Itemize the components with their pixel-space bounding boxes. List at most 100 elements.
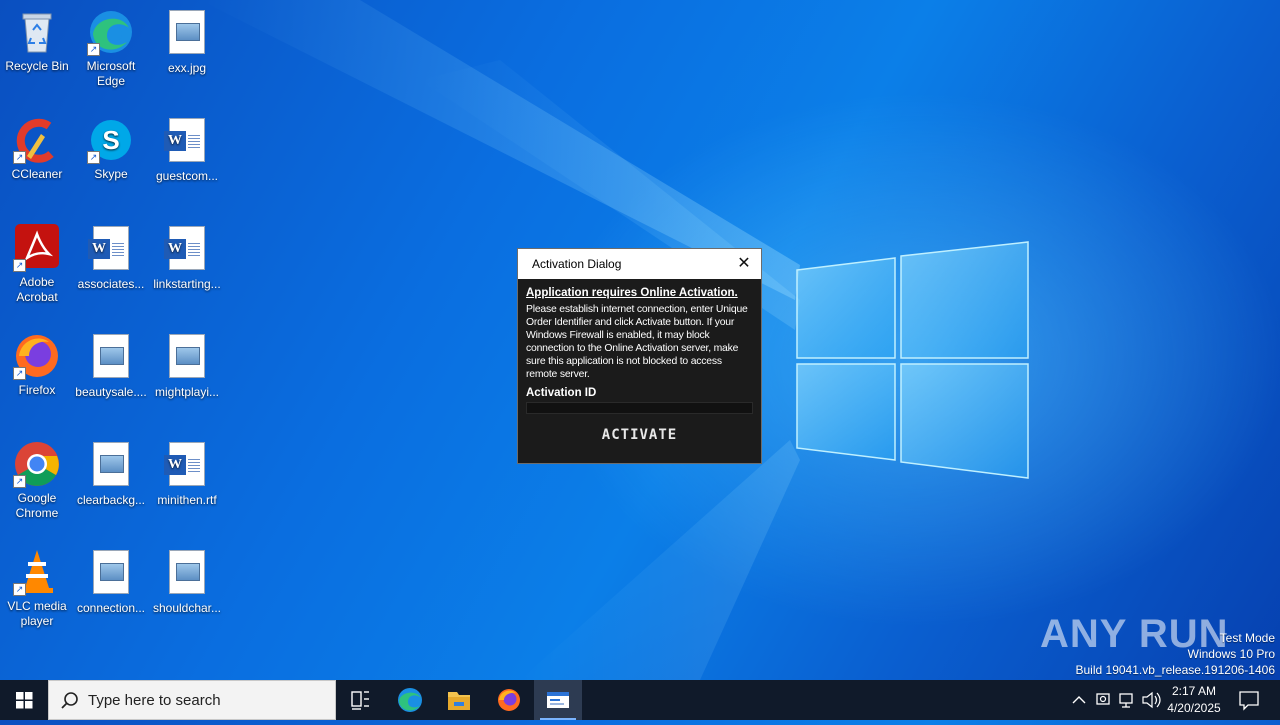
- desktop-icon-vlc[interactable]: ↗ VLC media player: [0, 548, 74, 629]
- image-file-icon: [163, 10, 211, 58]
- desktop-icon-image-file[interactable]: shouldchar...: [150, 548, 224, 616]
- desktop-icon-label: minithen.rtf: [157, 493, 217, 507]
- watermark-line: Test Mode: [1219, 631, 1275, 645]
- svg-text:S: S: [102, 125, 119, 155]
- activation-id-label: Activation ID: [526, 387, 597, 399]
- dialog-content: Application requires Online Activation. …: [518, 279, 761, 444]
- task-view-button[interactable]: [336, 680, 384, 720]
- acrobat-icon: ↗: [13, 224, 61, 272]
- shortcut-arrow-icon: ↗: [13, 475, 26, 488]
- desktop-icon-label: Recycle Bin: [5, 59, 69, 73]
- volume-icon: [1142, 691, 1161, 709]
- desktop-icon-word-doc[interactable]: W minithen.rtf: [150, 440, 224, 508]
- watermark-line: Windows 10 Pro: [1187, 647, 1275, 661]
- desktop-icon-label: Adobe Acrobat: [16, 275, 58, 304]
- desktop-icon-image-file[interactable]: connection...: [74, 548, 148, 616]
- taskbar-edge-button[interactable]: [386, 680, 434, 720]
- desktop-icon-image-file[interactable]: beautysale....: [74, 332, 148, 400]
- image-file-icon: [87, 334, 135, 382]
- recycle-bin-icon: [13, 8, 61, 56]
- firefox-icon: ↗: [13, 332, 61, 380]
- search-icon: [61, 692, 78, 709]
- skype-icon: S ↗: [87, 116, 135, 164]
- desktop-icon-label: mightplayi...: [154, 385, 220, 399]
- close-icon[interactable]: ✕: [733, 253, 755, 275]
- show-hidden-icons-button[interactable]: [1068, 680, 1090, 720]
- desktop-icon-label: shouldchar...: [152, 601, 222, 615]
- desktop-icon-ccleaner[interactable]: ↗ CCleaner: [0, 116, 74, 182]
- task-view-icon: [351, 691, 369, 710]
- camera-tray-icon: [1096, 693, 1110, 705]
- desktop-icon-label: linkstarting...: [153, 277, 221, 291]
- image-file-icon: [163, 334, 211, 382]
- edge-icon: ↗: [87, 8, 135, 56]
- desktop-icon-adobe-acrobat[interactable]: ↗ Adobe Acrobat: [0, 224, 74, 305]
- tray-security-button[interactable]: [1092, 680, 1114, 720]
- desktop-icon-label: CCleaner: [11, 167, 63, 181]
- dialog-heading: Application requires Online Activation.: [526, 287, 738, 299]
- desktop-icon-label: Google Chrome: [15, 491, 59, 520]
- windows-logo-icon: [16, 692, 33, 709]
- image-file-icon: [163, 550, 211, 598]
- shortcut-arrow-icon: ↗: [13, 151, 26, 164]
- tray-network-button[interactable]: [1116, 680, 1138, 720]
- folder-icon: [448, 692, 470, 710]
- network-icon: [1119, 693, 1133, 708]
- word-document-icon: W: [163, 118, 211, 166]
- chevron-up-icon: [1072, 696, 1086, 704]
- start-button[interactable]: [0, 680, 48, 720]
- desktop-icon-label: Firefox: [18, 383, 56, 397]
- app-window-icon: [547, 692, 569, 708]
- taskbar-clock[interactable]: 2:17 AM 4/20/2025: [1162, 683, 1226, 717]
- shortcut-arrow-icon: ↗: [87, 151, 100, 164]
- taskbar: Type here to search 2:17 AM 4/20/2025: [0, 680, 1280, 720]
- desktop-icon-image-file[interactable]: exx.jpg: [150, 8, 224, 76]
- desktop-icon-word-doc[interactable]: W linkstarting...: [150, 224, 224, 292]
- clock-time: 2:17 AM: [1171, 684, 1217, 698]
- desktop-icon-recycle-bin[interactable]: Recycle Bin: [0, 8, 74, 74]
- desktop-icon-label: VLC media player: [7, 599, 67, 628]
- test-mode-watermark: Test Mode Windows 10 Pro Build 19041.vb_…: [1076, 630, 1276, 678]
- tray-volume-button[interactable]: [1140, 680, 1162, 720]
- desktop-icon-microsoft-edge[interactable]: ↗ Microsoft Edge: [74, 8, 148, 89]
- watermark-line: Build 19041.vb_release.191206-1406: [1075, 663, 1276, 677]
- desktop-icon-label: exx.jpg: [167, 61, 207, 75]
- firefox-icon: [498, 689, 520, 711]
- activation-dialog: Activation Dialog ✕ Application requires…: [517, 248, 762, 464]
- image-file-icon: [87, 442, 135, 490]
- search-placeholder: Type here to search: [88, 692, 221, 709]
- taskbar-search-box[interactable]: Type here to search: [48, 680, 336, 720]
- word-document-icon: W: [163, 442, 211, 490]
- desktop-icon-image-file[interactable]: mightplayi...: [150, 332, 224, 400]
- desktop-icon-word-doc[interactable]: W associates...: [74, 224, 148, 292]
- desktop-icon-label: Skype: [94, 167, 128, 181]
- image-file-icon: [87, 550, 135, 598]
- clock-date: 4/20/2025: [1167, 701, 1221, 715]
- word-document-icon: W: [87, 226, 135, 274]
- word-document-icon: W: [163, 226, 211, 274]
- shortcut-arrow-icon: ↗: [13, 259, 26, 272]
- desktop-icon-image-file[interactable]: clearbackg...: [74, 440, 148, 508]
- desktop-icon-label: connection...: [76, 601, 146, 615]
- dialog-body-text: Please establish internet connection, en…: [526, 304, 748, 380]
- desktop-icon-label: clearbackg...: [76, 493, 146, 507]
- taskbar-firefox-button[interactable]: [485, 680, 533, 720]
- action-center-button[interactable]: [1234, 680, 1264, 720]
- shortcut-arrow-icon: ↗: [13, 367, 26, 380]
- taskbar-file-explorer-button[interactable]: [435, 680, 483, 720]
- shortcut-arrow-icon: ↗: [87, 43, 100, 56]
- desktop-icon-label: Microsoft Edge: [86, 59, 136, 88]
- taskbar-activation-app-button[interactable]: [534, 680, 582, 720]
- desktop-icon-firefox[interactable]: ↗ Firefox: [0, 332, 74, 398]
- desktop-icon-label: associates...: [77, 277, 145, 291]
- dialog-titlebar[interactable]: Activation Dialog ✕: [518, 249, 761, 279]
- desktop-icon-label: guestcom...: [155, 169, 219, 183]
- edge-icon: [398, 688, 422, 712]
- desktop-icon-word-doc[interactable]: W guestcom...: [150, 116, 224, 184]
- desktop-icon-skype[interactable]: S ↗ Skype: [74, 116, 148, 182]
- desktop-icon-google-chrome[interactable]: ↗ Google Chrome: [0, 440, 74, 521]
- ccleaner-icon: ↗: [13, 116, 61, 164]
- activate-button[interactable]: ACTIVATE: [596, 426, 683, 444]
- activation-id-input[interactable]: [526, 402, 753, 414]
- notification-icon: [1239, 691, 1259, 711]
